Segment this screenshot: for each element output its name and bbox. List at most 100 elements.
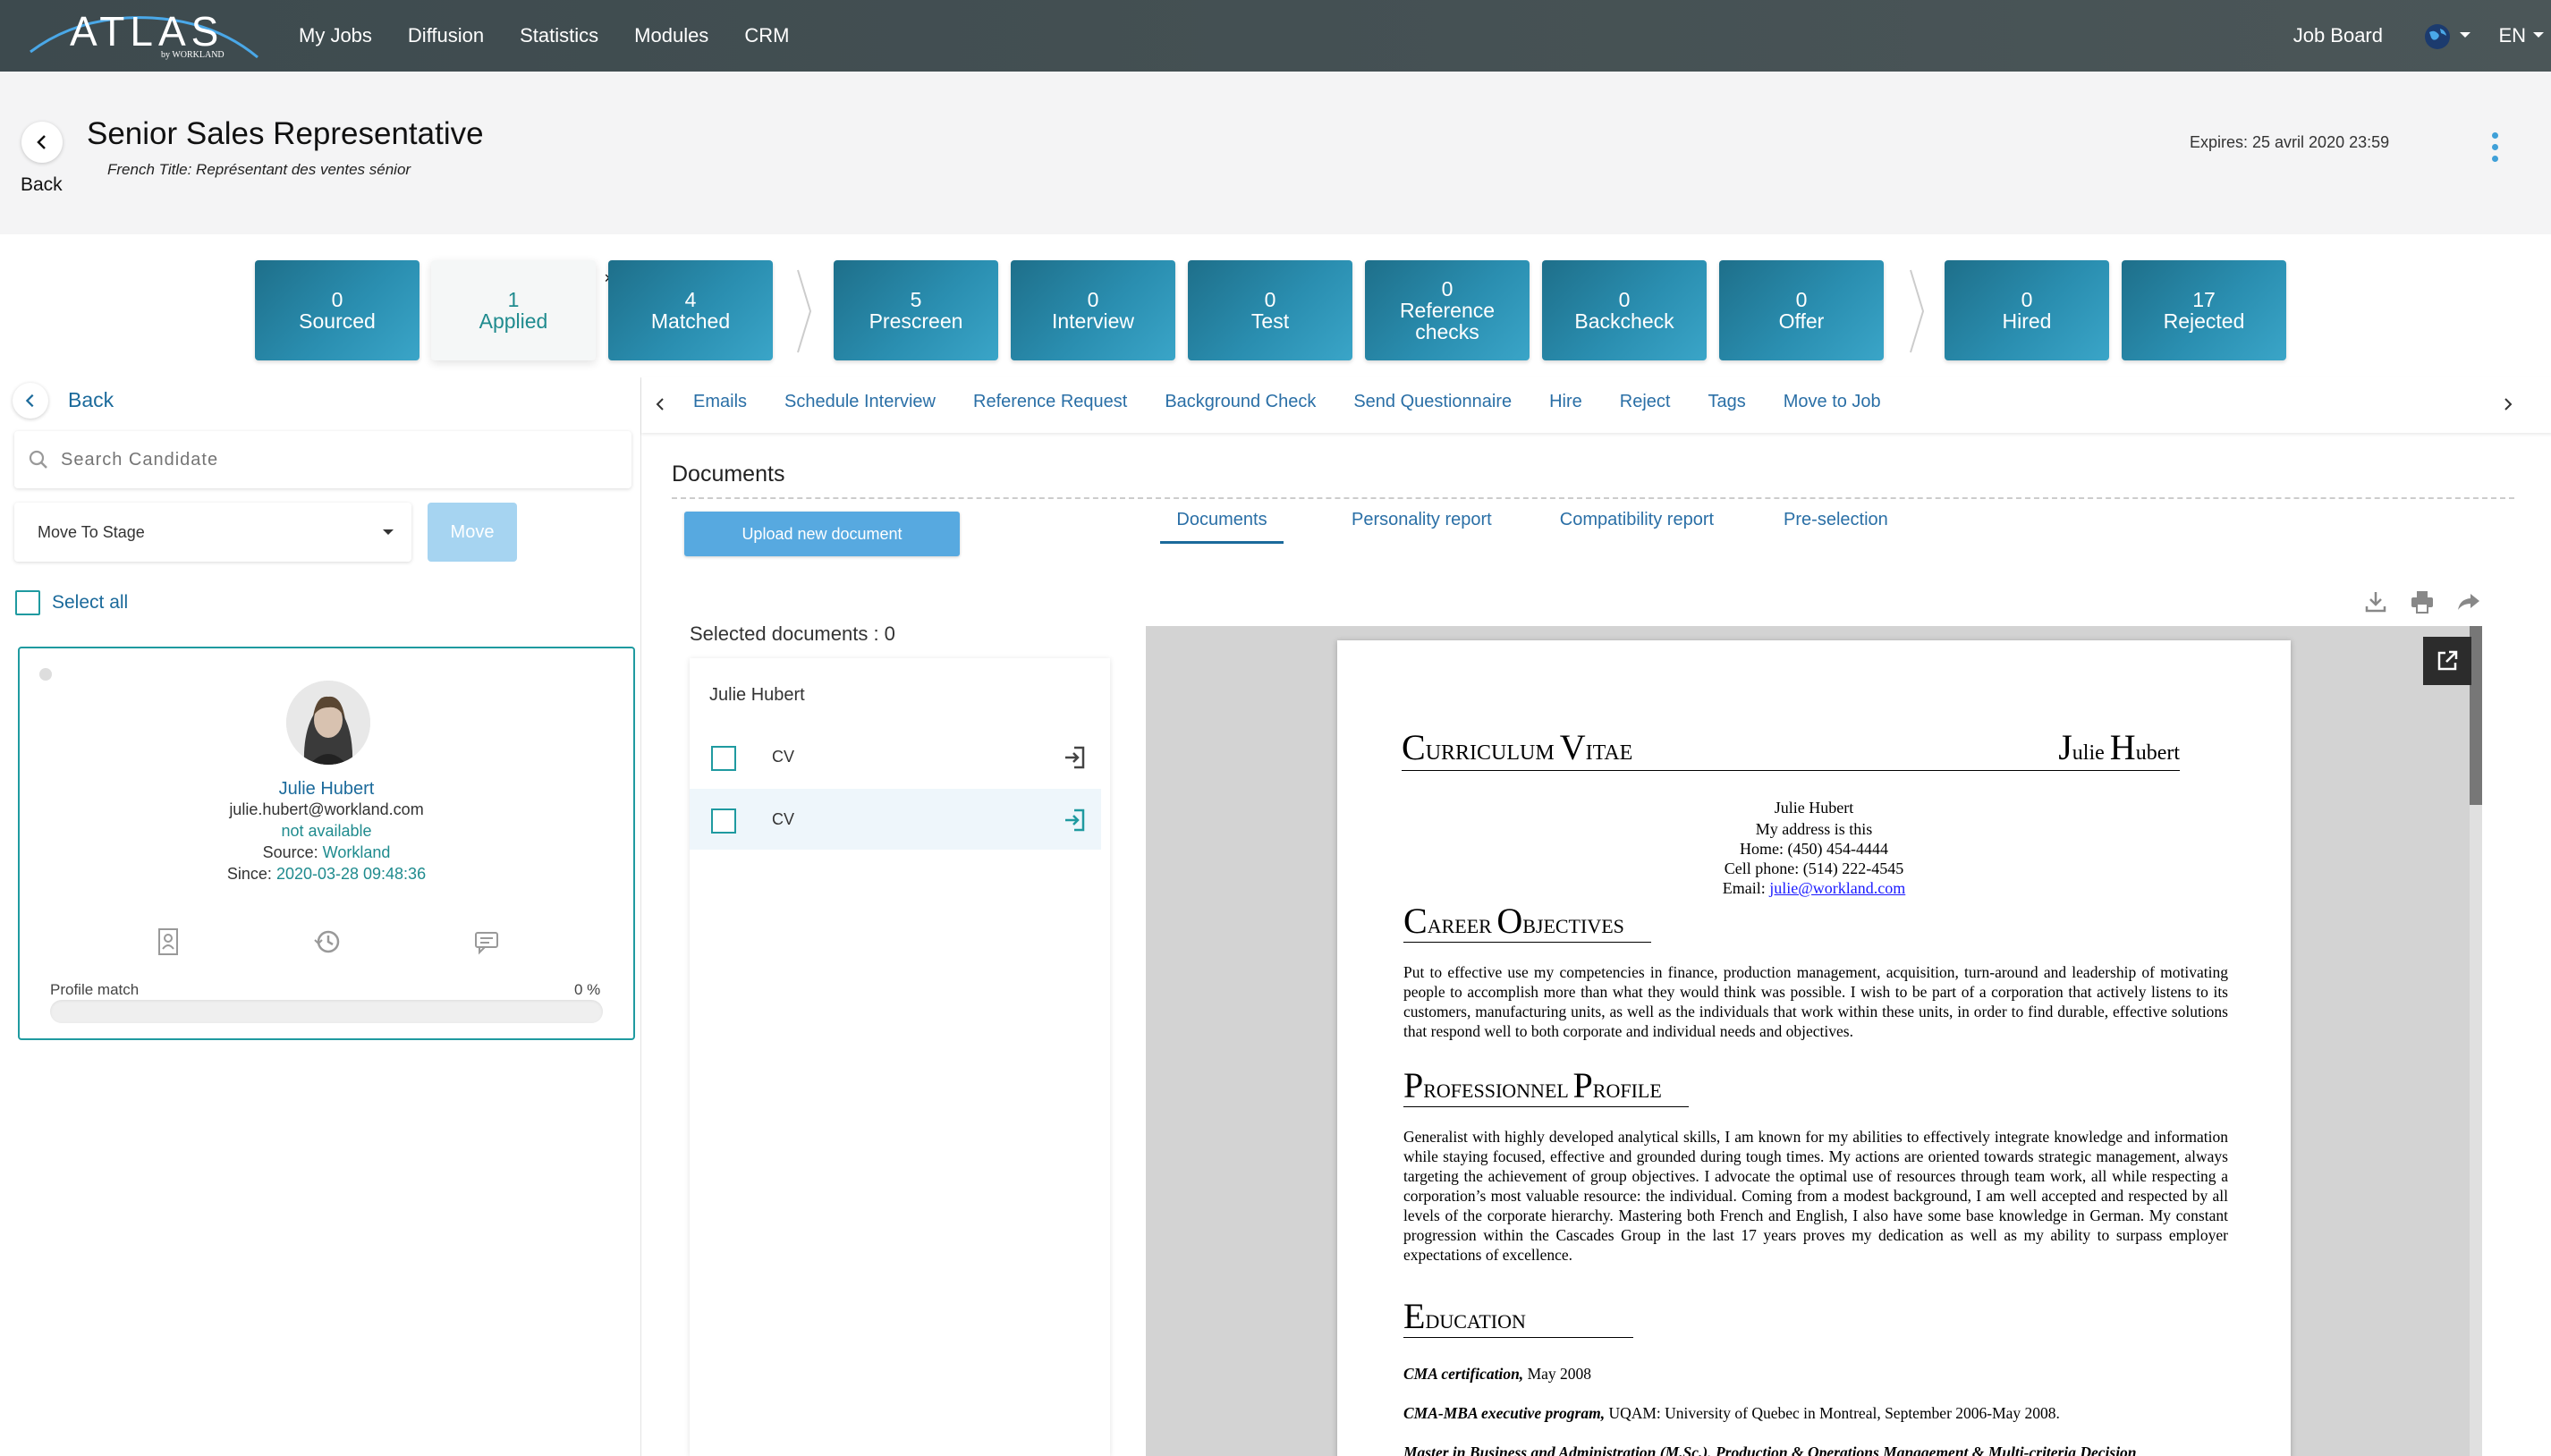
document-row[interactable]: CV: [690, 726, 1101, 787]
stage-interview[interactable]: 0 Interview: [1011, 260, 1175, 360]
atlas-logo[interactable]: ATLAS by WORKLAND: [27, 5, 261, 63]
action-reference-request[interactable]: Reference Request: [973, 392, 1127, 412]
move-button[interactable]: Move: [428, 503, 517, 562]
print-icon[interactable]: [2409, 588, 2436, 615]
education-title: CMA-MBA executive program,: [1403, 1404, 1606, 1422]
stage-test[interactable]: 0 Test: [1188, 260, 1352, 360]
search-input[interactable]: [61, 449, 597, 470]
action-background-check[interactable]: Background Check: [1165, 392, 1316, 412]
cv-email-label: Email:: [1722, 879, 1766, 897]
stage-count: 5: [910, 288, 922, 311]
stage-count: 0: [1795, 288, 1808, 311]
language-selector[interactable]: EN: [2498, 24, 2526, 47]
section-text: ROFILE: [1592, 1079, 1662, 1102]
stage-label: Matched: [650, 309, 731, 333]
candidate-actions: Emails Schedule Interview Reference Requ…: [693, 392, 1881, 412]
candidate-panel: Back Move To Stage Move Select all Julie…: [0, 376, 637, 1456]
section-text: AREER: [1427, 915, 1497, 937]
upload-document-button[interactable]: Upload new document: [684, 512, 960, 556]
nav-my-jobs[interactable]: My Jobs: [299, 24, 372, 47]
open-document-icon[interactable]: [1062, 744, 1089, 771]
stage-rejected[interactable]: 17 Rejected: [2122, 260, 2286, 360]
avatar: [286, 681, 370, 765]
profile-match-value: 0 %: [574, 981, 601, 998]
candidate-back-label[interactable]: Back: [68, 388, 114, 412]
section-text: BJECTIVES: [1522, 915, 1624, 937]
section-initial: P: [1403, 1065, 1424, 1105]
share-icon[interactable]: [2455, 588, 2482, 615]
nav-crm[interactable]: CRM: [744, 24, 789, 47]
candidate-back-button[interactable]: [13, 383, 48, 419]
stage-matched[interactable]: 4 Matched: [608, 260, 773, 360]
section-initial: O: [1496, 901, 1523, 941]
open-document-icon[interactable]: [1062, 807, 1089, 834]
tab-documents[interactable]: Documents: [1160, 510, 1284, 544]
document-viewer[interactable]: CURRICULUM VITAE Julie Hubert Julie Hube…: [1146, 626, 2482, 1456]
documents-heading: Documents: [672, 461, 785, 487]
external-link-icon: [2437, 650, 2458, 671]
select-all-checkbox[interactable]: [15, 590, 40, 615]
french-title: French Title: Représentant des ventes sé…: [107, 161, 411, 178]
stage-reference-checks[interactable]: 0 Reference checks: [1365, 260, 1530, 360]
stage-count: 0: [1087, 288, 1099, 311]
stage-label: Reference checks: [1399, 299, 1496, 343]
comment-icon[interactable]: [470, 926, 503, 958]
viewer-scrollbar[interactable]: [2470, 626, 2482, 1456]
stage-prescreen[interactable]: 5 Prescreen: [834, 260, 998, 360]
candidate-card[interactable]: Julie Hubert julie.hubert@workland.com n…: [18, 647, 635, 1040]
document-list: Julie Hubert CV CV: [690, 658, 1110, 1456]
stage-applied[interactable]: 1Applied×: [431, 260, 614, 360]
stage-backcheck[interactable]: 0 Backcheck: [1542, 260, 1707, 360]
globe-icon[interactable]: [2422, 21, 2453, 52]
action-emails[interactable]: Emails: [693, 392, 747, 412]
stage-label: Interview: [1051, 309, 1135, 333]
nav-modules[interactable]: Modules: [634, 24, 708, 47]
action-hire[interactable]: Hire: [1549, 392, 1582, 412]
tab-personality-report[interactable]: Personality report: [1352, 510, 1492, 544]
tab-pre-selection[interactable]: Pre-selection: [1784, 510, 1888, 544]
document-row[interactable]: CV: [690, 789, 1101, 850]
select-all-label[interactable]: Select all: [52, 592, 128, 614]
source-value: Workland: [322, 843, 391, 861]
download-icon[interactable]: [2362, 588, 2389, 615]
chevron-left-icon[interactable]: [654, 397, 666, 411]
language-caret-icon[interactable]: [2533, 32, 2544, 38]
job-board-link[interactable]: Job Board: [2293, 24, 2383, 47]
action-tags[interactable]: Tags: [1708, 392, 1745, 412]
popout-button[interactable]: [2423, 637, 2471, 685]
document-checkbox[interactable]: [711, 808, 736, 834]
cv-title-initial: V: [1559, 727, 1586, 767]
stage-label: Hired: [2002, 309, 2052, 333]
document-checkbox[interactable]: [711, 746, 736, 771]
resume-icon[interactable]: [152, 926, 184, 958]
globe-caret-icon[interactable]: [2460, 32, 2470, 38]
education-details: UQAM: University of Quebec in Montreal, …: [1605, 1404, 2060, 1422]
stage-hired[interactable]: 0 Hired: [1945, 260, 2109, 360]
action-schedule-interview[interactable]: Schedule Interview: [784, 392, 936, 412]
candidate-search: [14, 431, 631, 488]
header-back-button[interactable]: [21, 122, 63, 163]
candidate-since: Since: 2020-03-28 09:48:36: [20, 865, 633, 884]
cv-email-link[interactable]: julie@workland.com: [1769, 879, 1905, 897]
history-icon[interactable]: [311, 926, 343, 958]
document-tabs: Documents Personality report Compatibili…: [1160, 510, 1888, 544]
move-to-stage-select[interactable]: Move To Stage: [14, 503, 411, 562]
stage-sourced[interactable]: 0 Sourced: [255, 260, 420, 360]
tab-compatibility-report[interactable]: Compatibility report: [1560, 510, 1714, 544]
education-title: Master in Business and Administration (M…: [1403, 1443, 2137, 1456]
action-move-to-job[interactable]: Move to Job: [1784, 392, 1881, 412]
logo-text: ATLAS: [70, 8, 225, 55]
stage-label: Test: [1250, 309, 1290, 333]
action-send-questionnaire[interactable]: Send Questionnaire: [1353, 392, 1512, 412]
header-back-label[interactable]: Back: [21, 174, 63, 196]
candidate-name[interactable]: Julie Hubert: [20, 779, 633, 800]
action-reject[interactable]: Reject: [1620, 392, 1671, 412]
more-options-icon[interactable]: [2492, 132, 2499, 166]
viewer-scroll-thumb[interactable]: [2470, 626, 2482, 805]
nav-statistics[interactable]: Statistics: [520, 24, 598, 47]
chevron-right-icon[interactable]: [2502, 397, 2514, 411]
cv-page: CURRICULUM VITAE Julie Hubert Julie Hube…: [1337, 640, 2291, 1456]
education-title: CMA certification,: [1403, 1365, 1524, 1383]
stage-offer[interactable]: 0 Offer: [1719, 260, 1884, 360]
nav-diffusion[interactable]: Diffusion: [408, 24, 484, 47]
